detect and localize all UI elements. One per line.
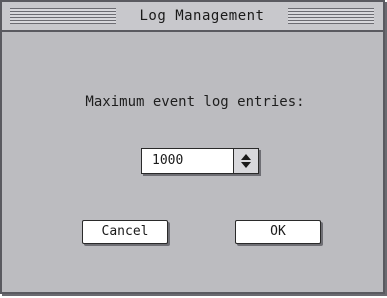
max-entries-select[interactable]: 1000: [141, 148, 259, 174]
title-bar-stripes-left: [10, 8, 116, 24]
title-bar-stripes-right: [288, 8, 374, 24]
max-entries-label: Maximum event log entries:: [85, 94, 305, 110]
max-entries-value: 1000: [152, 153, 184, 168]
window-title: Log Management: [116, 5, 288, 27]
cancel-button[interactable]: Cancel: [82, 220, 168, 244]
title-bar[interactable]: Log Management: [2, 2, 383, 32]
log-management-dialog: Log Management Maximum event log entries…: [0, 0, 385, 294]
up-down-arrows-icon[interactable]: [233, 149, 258, 173]
ok-button[interactable]: OK: [235, 220, 321, 244]
